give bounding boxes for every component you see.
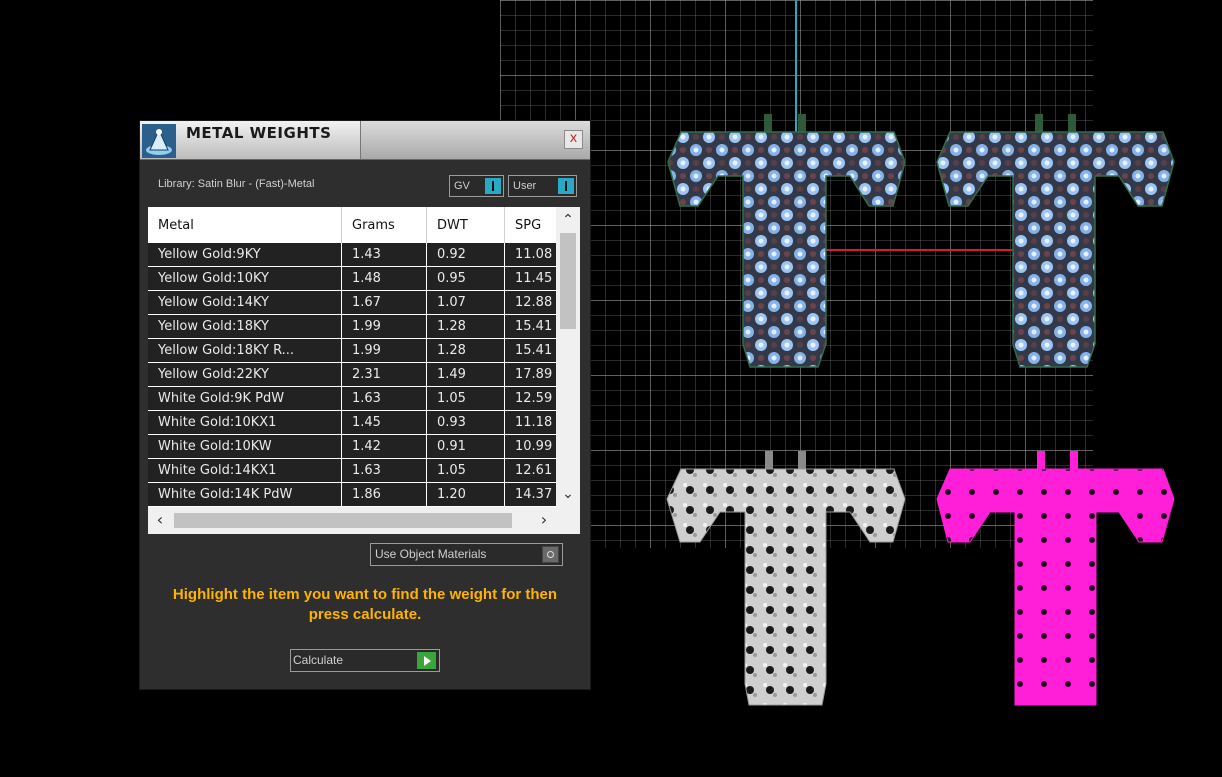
table-row[interactable]: White Gold:14K PdW 1.86 1.20 14.37 (148, 483, 556, 506)
cell-grams: 1.43 (342, 243, 427, 266)
cell-metal: Yellow Gold:14KY (148, 291, 342, 314)
cell-dwt: 1.49 (427, 363, 505, 386)
cell-spg: 11.08 (515, 247, 553, 262)
cell-grams: 1.42 (342, 435, 427, 458)
table-row[interactable]: Yellow Gold:22KY 2.31 1.49 17.89 (148, 363, 556, 386)
cell-metal: White Gold:10KX1 (148, 411, 342, 434)
cell-metal: White Gold:14K PdW (148, 483, 342, 506)
cell-dwt: 0.91 (427, 435, 505, 458)
cell-metal: White Gold:10KW (148, 435, 342, 458)
cell-grams: 1.67 (342, 291, 427, 314)
cell-metal: Yellow Gold:18KY (148, 315, 342, 338)
checkbox-icon[interactable] (542, 546, 559, 563)
cell-spg: 12.88 (515, 295, 553, 310)
header-spg[interactable]: SPG (505, 207, 556, 243)
cell-grams: 1.63 (342, 459, 427, 482)
cell-grams: 1.48 (342, 267, 427, 290)
cell-metal: Yellow Gold:18KY R... (148, 339, 342, 362)
cell-spg: 10.99 (515, 439, 553, 454)
cell-dwt: 1.20 (427, 483, 505, 506)
metal-weights-app-icon (142, 124, 176, 158)
table-row[interactable]: Yellow Gold:9KY 1.43 0.92 11.08 (148, 243, 556, 266)
table-header: Metal Grams DWT SPG (148, 207, 556, 243)
horizontal-scroll-thumb[interactable] (174, 513, 512, 528)
metal-weights-dialog: METAL WEIGHTS x Library: Satin Blur - (F… (140, 121, 590, 689)
vertical-scroll-thumb[interactable] (560, 233, 576, 329)
toggle-switch-icon (558, 178, 574, 194)
library-label: Library: Satin Blur - (Fast)-Metal (158, 178, 315, 190)
header-dwt[interactable]: DWT (427, 207, 505, 243)
cell-metal: Yellow Gold:9KY (148, 243, 342, 266)
cell-spg: 15.41 (515, 343, 553, 358)
instructions-text: Highlight the item you want to find the … (172, 586, 558, 623)
scroll-up-arrow-icon[interactable]: ⌃ (556, 207, 580, 231)
scroll-left-arrow-icon[interactable]: ‹ (150, 510, 170, 530)
cell-dwt: 1.28 (427, 339, 505, 362)
cell-spg: 12.59 (515, 391, 553, 406)
table-row[interactable]: White Gold:10KW 1.42 0.91 10.99 (148, 435, 556, 458)
scroll-right-arrow-icon[interactable]: › (534, 510, 554, 530)
cell-grams: 1.99 (342, 315, 427, 338)
gv-toggle-label: GV (454, 180, 470, 192)
cell-grams: 2.31 (342, 363, 427, 386)
white-perforated-letter-t[interactable] (666, 451, 906, 706)
table-row[interactable]: White Gold:9K PdW 1.63 1.05 12.59 (148, 387, 556, 410)
toggle-switch-icon (485, 178, 501, 194)
cell-dwt: 1.05 (427, 459, 505, 482)
cell-spg: 11.45 (515, 271, 553, 286)
user-toggle-label: User (513, 180, 537, 192)
dialog-titlebar[interactable]: METAL WEIGHTS x (140, 121, 590, 160)
metal-table: Metal Grams DWT SPG Yellow Gold:9KY 1.43 0… (148, 207, 580, 534)
cell-dwt: 1.28 (427, 315, 505, 338)
use-object-materials-checkbox[interactable]: Use Object Materials (370, 543, 563, 566)
header-grams[interactable]: Grams (342, 207, 427, 243)
cell-metal: White Gold:9K PdW (148, 387, 342, 410)
vertical-scrollbar[interactable]: ⌃ ⌄ (556, 207, 580, 507)
user-toggle[interactable]: User (508, 175, 577, 197)
cell-dwt: 1.07 (427, 291, 505, 314)
cell-grams: 1.63 (342, 387, 427, 410)
table-row[interactable]: Yellow Gold:14KY 1.67 1.07 12.88 (148, 291, 556, 314)
scroll-down-arrow-icon[interactable]: ⌄ (556, 483, 580, 507)
cell-grams: 1.86 (342, 483, 427, 506)
cell-dwt: 1.05 (427, 387, 505, 410)
table-row[interactable]: Yellow Gold:10KY 1.48 0.95 11.45 (148, 267, 556, 290)
calculate-button[interactable]: Calculate (290, 649, 440, 672)
cell-dwt: 0.92 (427, 243, 505, 266)
cell-spg: 12.61 (515, 463, 553, 478)
close-icon: x (569, 131, 578, 146)
cell-spg: 17.89 (515, 367, 553, 382)
cell-metal: Yellow Gold:10KY (148, 267, 342, 290)
play-icon (417, 652, 436, 669)
cell-spg: 14.37 (515, 487, 553, 502)
cell-metal: White Gold:14KX1 (148, 459, 342, 482)
pink-perforated-letter-t[interactable] (936, 451, 1175, 706)
cell-grams: 1.99 (342, 339, 427, 362)
title-tab: METAL WEIGHTS (140, 121, 361, 159)
cell-spg: 11.18 (515, 415, 553, 430)
table-body: Yellow Gold:9KY 1.43 0.92 11.08 Yellow Gold:… (148, 243, 556, 507)
use-object-materials-label: Use Object Materials (375, 547, 487, 561)
table-row[interactable]: Yellow Gold:18KY 1.99 1.28 15.41 (148, 315, 556, 338)
cell-dwt: 0.93 (427, 411, 505, 434)
calculate-label: Calculate (293, 653, 344, 667)
table-row[interactable]: White Gold:14KX1 1.63 1.05 12.61 (148, 459, 556, 482)
cell-spg: 15.41 (515, 319, 553, 334)
table-row[interactable]: White Gold:10KX1 1.45 0.93 11.18 (148, 411, 556, 434)
horizontal-scrollbar[interactable]: ‹ › (148, 507, 580, 534)
table-row[interactable]: Yellow Gold:18KY R... 1.99 1.28 15.41 (148, 339, 556, 362)
dialog-title: METAL WEIGHTS (186, 124, 332, 142)
close-button[interactable]: x (564, 130, 583, 149)
cell-metal: Yellow Gold:22KY (148, 363, 342, 386)
cell-grams: 1.45 (342, 411, 427, 434)
header-metal[interactable]: Metal (148, 207, 342, 243)
gv-toggle[interactable]: GV (449, 175, 504, 197)
cell-dwt: 0.95 (427, 267, 505, 290)
